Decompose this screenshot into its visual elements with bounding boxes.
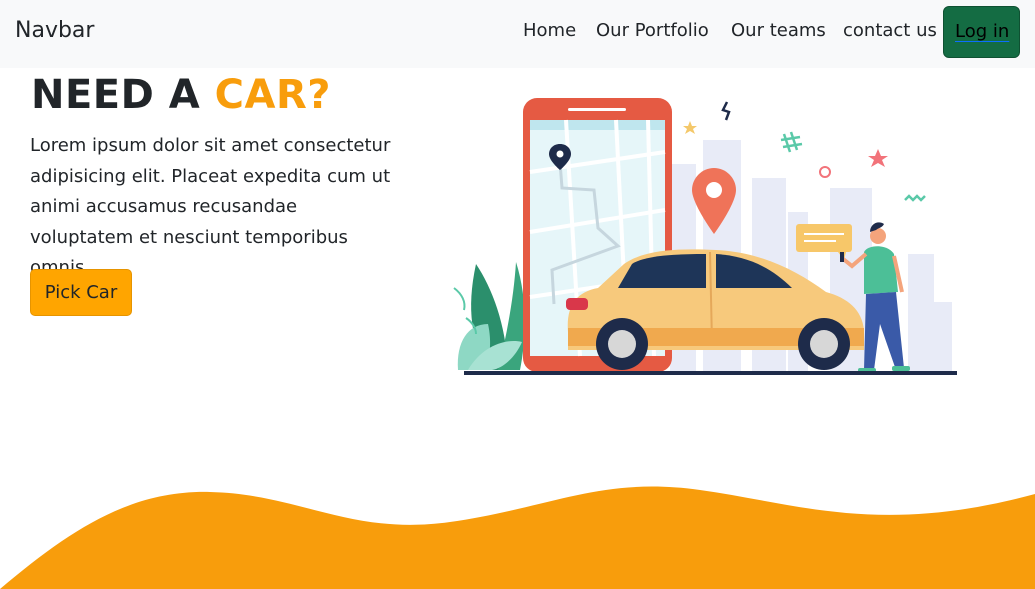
hero-paragraph: Lorem ipsum dolor sit amet consectetur a… [30, 135, 391, 278]
navbar-brand[interactable]: Navbar [15, 18, 94, 43]
bottom-wave-decoration [0, 486, 1035, 589]
login-button-label: Log in [955, 21, 1010, 42]
ground-line [464, 371, 957, 375]
plant-icon [453, 262, 525, 370]
navbar: Navbar Home Our Portfolio Our teams cont… [0, 0, 1035, 68]
hero-title: NEED A CAR? [31, 72, 331, 118]
pick-car-button[interactable]: Pick Car [30, 269, 132, 316]
hero-title-prefix: NEED A [31, 72, 215, 118]
pick-car-button-label: Pick Car [44, 282, 118, 303]
car-booking-illustration [453, 98, 957, 375]
nav-link-contact-us[interactable]: contact us [843, 20, 937, 41]
nav-link-home[interactable]: Home [523, 20, 576, 41]
login-button[interactable]: Log in [943, 6, 1020, 58]
hero-title-accent: CAR? [214, 72, 331, 118]
nav-link-our-portfolio[interactable]: Our Portfolio [596, 20, 709, 41]
nav-link-our-teams[interactable]: Our teams [731, 20, 826, 41]
